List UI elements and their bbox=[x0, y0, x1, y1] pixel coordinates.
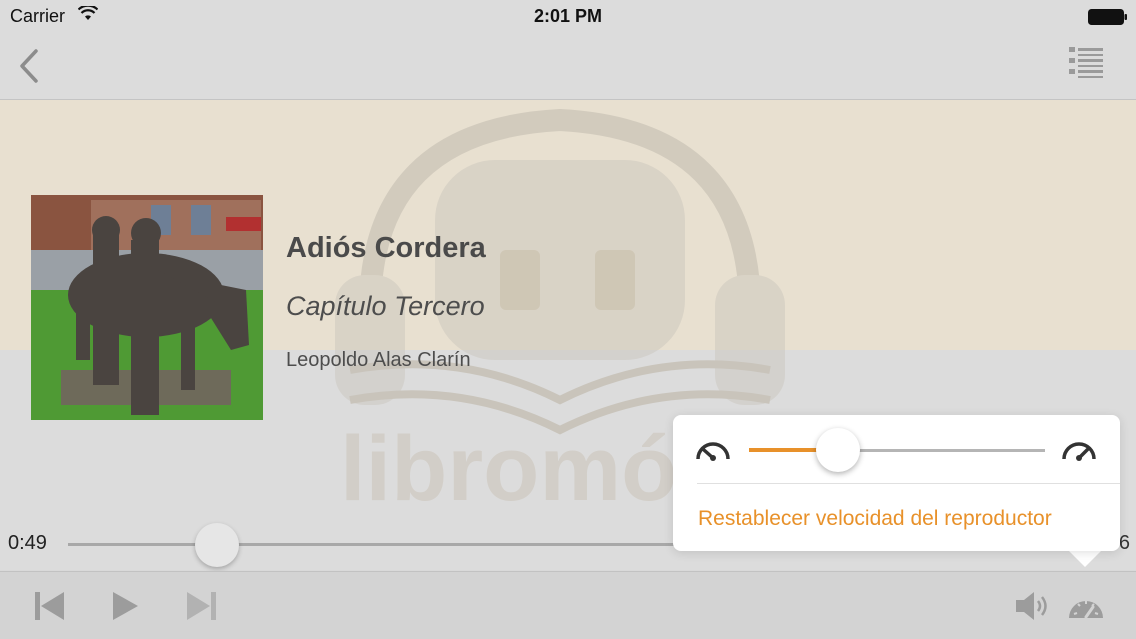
chapter-title: Capítulo Tercero bbox=[286, 291, 485, 321]
nav-bar bbox=[0, 32, 1136, 100]
popover-divider bbox=[697, 483, 1120, 484]
skip-forward-button[interactable] bbox=[181, 586, 221, 626]
speedometer-icon bbox=[1069, 601, 1103, 619]
elapsed-time: 0:49 bbox=[8, 532, 47, 554]
speed-button[interactable] bbox=[1066, 586, 1106, 626]
play-button[interactable] bbox=[105, 586, 145, 626]
chapter-list-button[interactable] bbox=[1066, 44, 1106, 84]
speed-popover: Restablecer velocidad del reproductor bbox=[673, 415, 1120, 551]
status-bar: Carrier 2:01 PM bbox=[0, 0, 1136, 32]
speed-slider-thumb[interactable] bbox=[815, 428, 860, 472]
skip-back-icon bbox=[35, 592, 64, 620]
volume-button[interactable] bbox=[1012, 586, 1052, 626]
play-icon bbox=[113, 592, 138, 620]
reset-speed-button[interactable]: Restablecer velocidad del reproductor bbox=[698, 507, 1052, 531]
list-icon bbox=[1069, 47, 1103, 78]
book-title: Adiós Cordera bbox=[286, 232, 486, 264]
battery-icon bbox=[1088, 9, 1128, 30]
watermark-brand-text: libromó bbox=[340, 418, 677, 520]
popover-arrow bbox=[1067, 549, 1103, 567]
chevron-left-icon bbox=[20, 49, 38, 83]
back-button[interactable] bbox=[14, 46, 46, 86]
progress-thumb[interactable] bbox=[194, 523, 239, 567]
progress-track[interactable] bbox=[68, 543, 688, 546]
controls-bar bbox=[0, 571, 1136, 639]
book-cover-image bbox=[31, 195, 263, 420]
author-name: Leopoldo Alas Clarín bbox=[286, 349, 471, 371]
skip-forward-icon bbox=[187, 592, 216, 620]
speedometer-fast-icon bbox=[1061, 437, 1097, 468]
speedometer-slow-icon bbox=[695, 437, 731, 468]
volume-icon bbox=[1016, 592, 1047, 620]
skip-back-button[interactable] bbox=[30, 586, 70, 626]
status-time: 2:01 PM bbox=[533, 6, 603, 26]
